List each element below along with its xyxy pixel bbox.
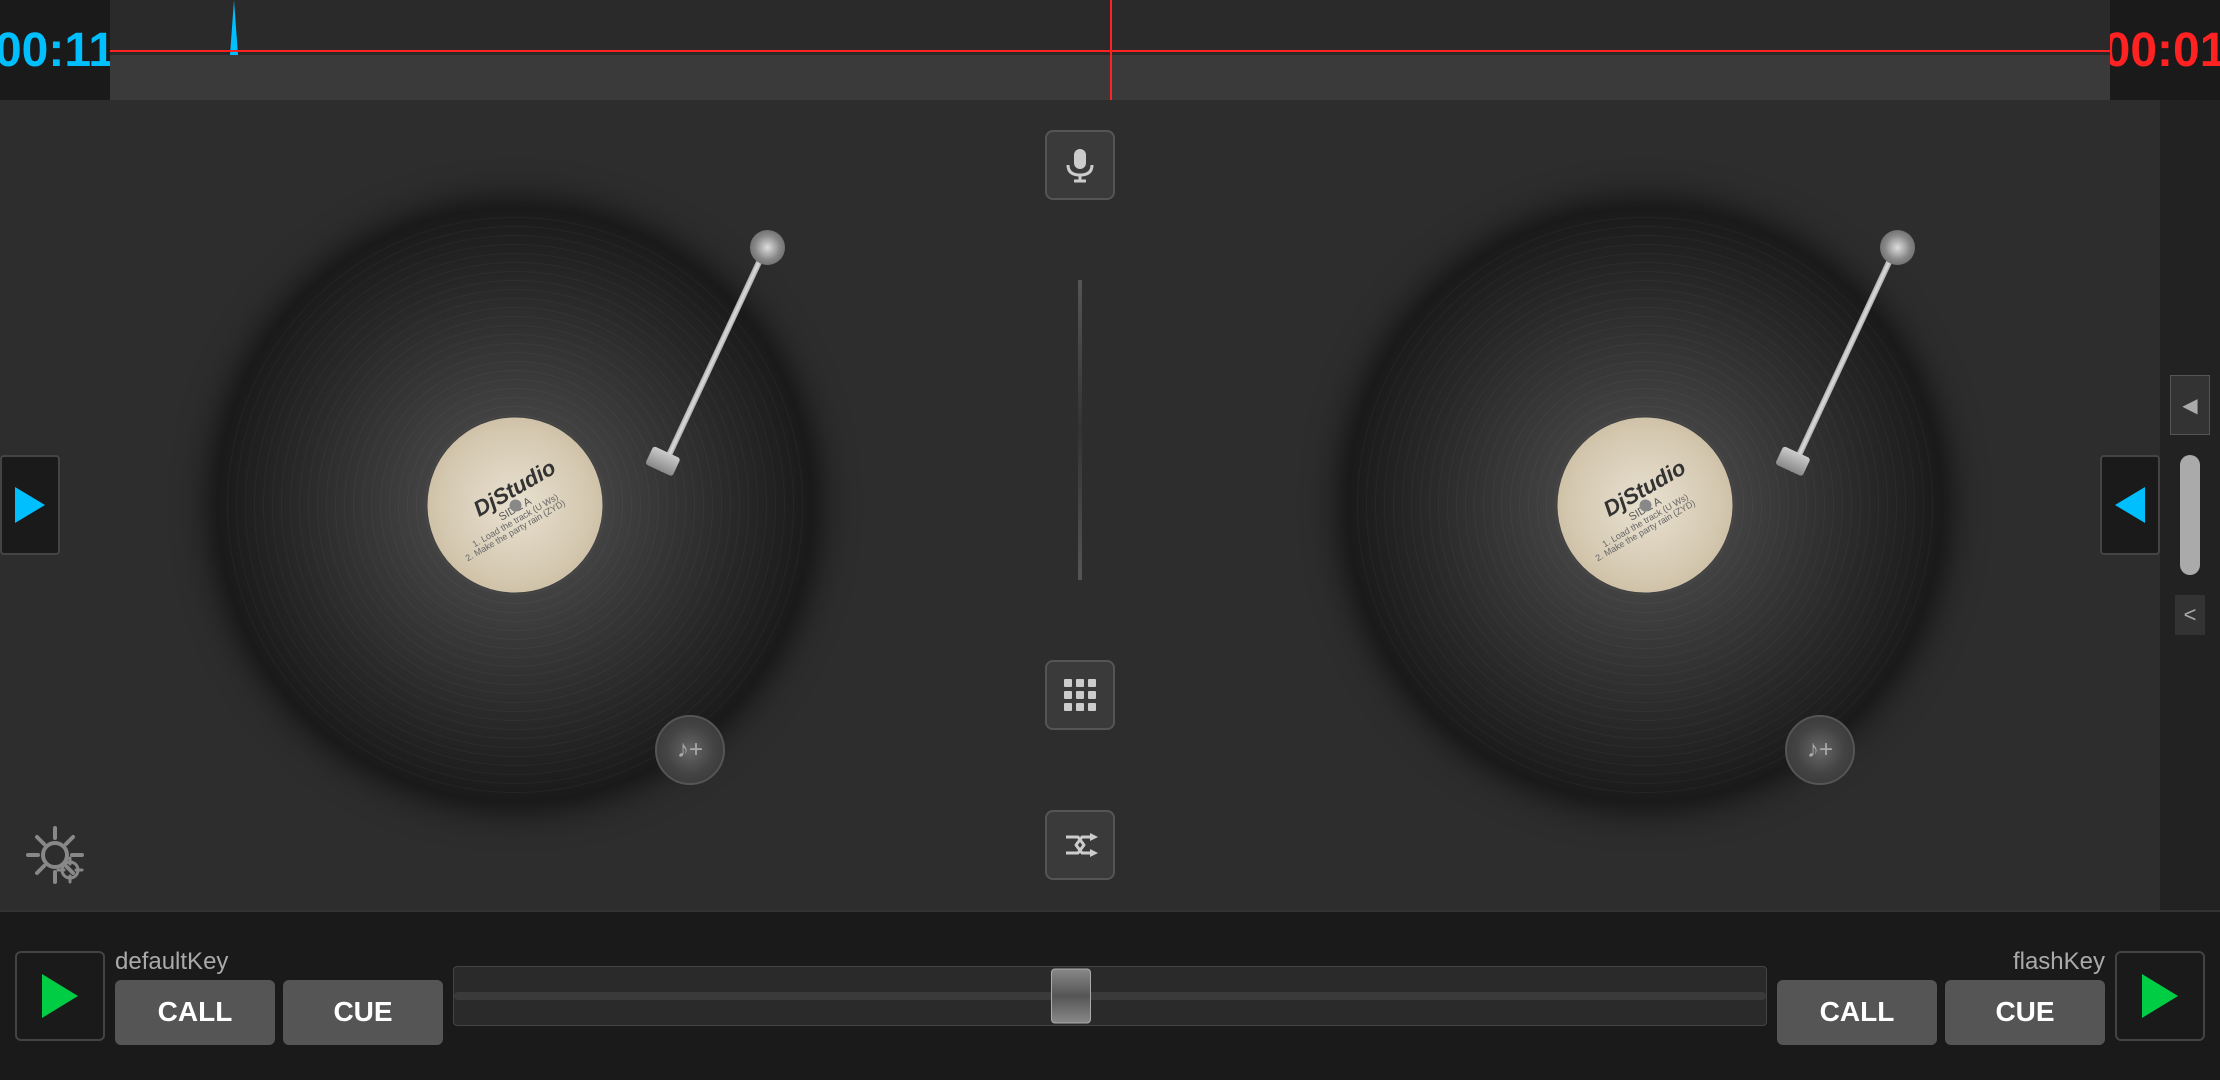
edge-up-arrow[interactable]: ◀ bbox=[2170, 375, 2210, 435]
deck-divider bbox=[1078, 280, 1082, 580]
grid-dot bbox=[1076, 703, 1084, 711]
right-vinyl-disc: DjStudio SIDE A 1. Load the track (U Ws)… bbox=[1345, 205, 1945, 805]
microphone-icon bbox=[1062, 147, 1098, 183]
edge-scrollbar[interactable] bbox=[2180, 455, 2200, 575]
right-turntable[interactable]: DjStudio SIDE A 1. Load the track (U Ws)… bbox=[1345, 205, 1945, 805]
left-vinyl-disc: DjStudio SIDE A 1. Load the track (U Ws)… bbox=[215, 205, 815, 805]
left-call-button[interactable]: CALL bbox=[115, 980, 275, 1045]
right-bottom-play-icon bbox=[2142, 974, 2178, 1018]
grid-button[interactable] bbox=[1045, 660, 1115, 730]
crossfader[interactable] bbox=[453, 966, 1767, 1026]
time-right: 00:01 bbox=[2110, 0, 2220, 100]
collapse-icon: < bbox=[2184, 602, 2197, 628]
right-tonearm-pivot bbox=[1880, 230, 1915, 265]
settings-button[interactable] bbox=[20, 820, 90, 890]
left-play-icon bbox=[15, 487, 45, 523]
left-cue-button[interactable]: CUE bbox=[283, 980, 443, 1045]
right-play-button[interactable] bbox=[2100, 455, 2160, 555]
left-bottom-play-icon bbox=[42, 974, 78, 1018]
grid-dot bbox=[1088, 703, 1096, 711]
left-vinyl-label: DjStudio SIDE A 1. Load the track (U Ws)… bbox=[428, 418, 603, 593]
left-play-button[interactable] bbox=[0, 455, 60, 555]
right-bottom-play-button[interactable] bbox=[2115, 951, 2205, 1041]
grid-icon bbox=[1064, 679, 1096, 711]
right-add-track-button[interactable]: ♪+ bbox=[1785, 715, 1855, 785]
right-deck: DjStudio SIDE A 1. Load the track (U Ws)… bbox=[1130, 100, 2160, 910]
bottom-bar: defaultKey CALL CUE flashKey CALL CUE bbox=[0, 910, 2220, 1080]
grid-dot bbox=[1076, 691, 1084, 699]
left-bottom-play-button[interactable] bbox=[15, 951, 105, 1041]
right-deck-label-group: flashKey CALL CUE bbox=[1777, 948, 2105, 1045]
left-deck-label-group: defaultKey CALL CUE bbox=[115, 948, 443, 1045]
gear-icon bbox=[20, 820, 90, 890]
right-tonearm-arm bbox=[1789, 244, 1900, 473]
grid-dot bbox=[1088, 679, 1096, 687]
right-tonearm bbox=[1755, 230, 1935, 510]
left-cue-call-group: CALL CUE bbox=[115, 980, 443, 1045]
shuffle-button[interactable] bbox=[1045, 810, 1115, 880]
right-cue-call-group: CALL CUE bbox=[1777, 980, 2105, 1045]
left-turntable[interactable]: DjStudio SIDE A 1. Load the track (U Ws)… bbox=[215, 205, 815, 805]
grid-dot bbox=[1076, 679, 1084, 687]
right-vinyl-label: DjStudio SIDE A 1. Load the track (U Ws)… bbox=[1558, 418, 1733, 593]
crossfader-track bbox=[454, 992, 1766, 1000]
shuffle-icon bbox=[1062, 827, 1098, 863]
crossfader-thumb[interactable] bbox=[1051, 969, 1091, 1024]
grid-dot bbox=[1064, 703, 1072, 711]
right-tonearm-head bbox=[1775, 446, 1811, 477]
left-add-track-button[interactable]: ♪+ bbox=[655, 715, 725, 785]
left-deck-label: defaultKey bbox=[115, 948, 228, 976]
crosshair-horizontal bbox=[110, 50, 2110, 52]
right-vinyl-center bbox=[1639, 499, 1651, 511]
grid-dot bbox=[1064, 691, 1072, 699]
waveform-bar: 00:11 00:01 bbox=[0, 0, 2220, 100]
left-tonearm-pivot bbox=[750, 230, 785, 265]
up-arrow-icon: ◀ bbox=[2182, 393, 2197, 418]
waveform-container[interactable] bbox=[110, 0, 2110, 100]
center-panel bbox=[1030, 100, 1130, 910]
grid-dot bbox=[1064, 679, 1072, 687]
left-music-add-icon: ♪+ bbox=[677, 736, 703, 764]
grid-dot bbox=[1088, 691, 1096, 699]
left-deck: DjStudio SIDE A 1. Load the track (U Ws)… bbox=[0, 100, 1030, 910]
left-vinyl-center bbox=[509, 499, 521, 511]
left-turntable-wrapper: DjStudio SIDE A 1. Load the track (U Ws)… bbox=[0, 100, 1030, 910]
edge-collapse-button[interactable]: < bbox=[2175, 595, 2205, 635]
right-edge-panel: ◀ < bbox=[2160, 100, 2220, 910]
right-play-icon bbox=[2115, 487, 2145, 523]
right-cue-button[interactable]: CUE bbox=[1945, 980, 2105, 1045]
microphone-button[interactable] bbox=[1045, 130, 1115, 200]
main-area: DjStudio SIDE A 1. Load the track (U Ws)… bbox=[0, 100, 2220, 910]
time-left: 00:11 bbox=[0, 0, 110, 100]
right-music-add-icon: ♪+ bbox=[1807, 736, 1833, 764]
right-turntable-wrapper: DjStudio SIDE A 1. Load the track (U Ws)… bbox=[1130, 100, 2160, 910]
right-call-button[interactable]: CALL bbox=[1777, 980, 1937, 1045]
right-deck-label: flashKey bbox=[2013, 948, 2105, 976]
